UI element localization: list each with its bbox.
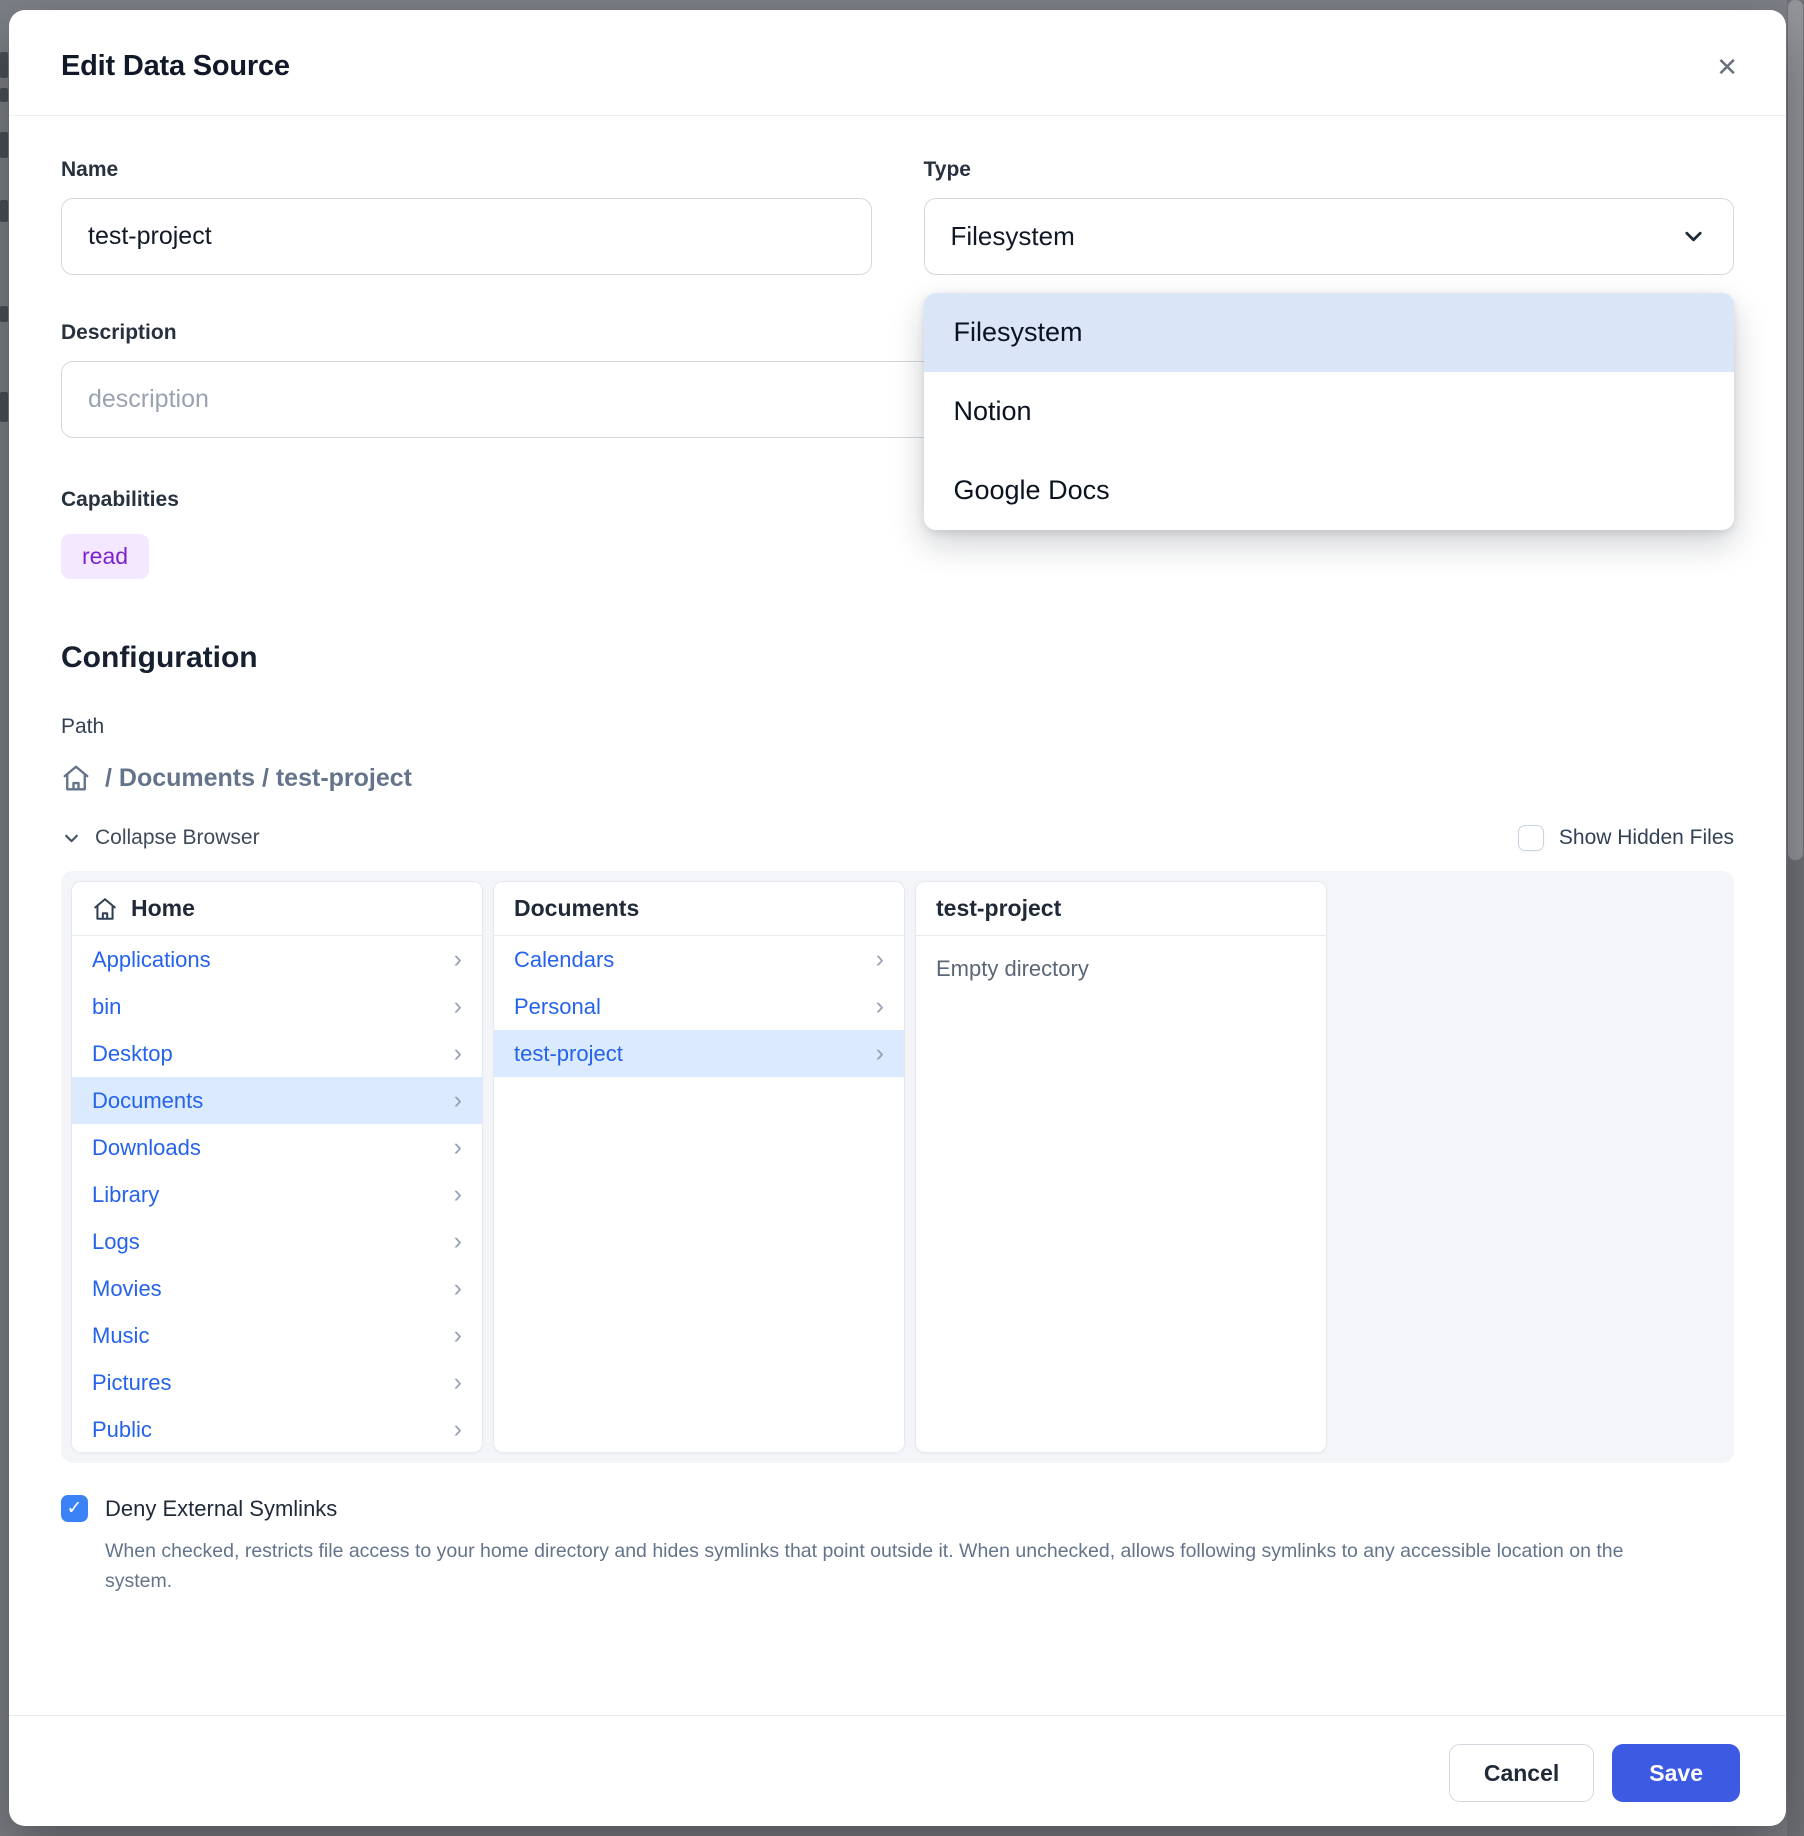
cancel-button[interactable]: Cancel: [1449, 1744, 1594, 1802]
chevron-right-icon: [454, 1370, 462, 1395]
type-option-filesystem[interactable]: Filesystem: [924, 293, 1735, 372]
chevron-right-icon: [454, 1041, 462, 1066]
type-option-notion[interactable]: Notion: [924, 372, 1735, 451]
deny-symlinks-checkbox[interactable]: [61, 1495, 88, 1522]
folder-row-calendars[interactable]: Calendars: [494, 936, 904, 983]
show-hidden-files-checkbox[interactable]: [1518, 825, 1544, 851]
chevron-right-icon: [454, 1229, 462, 1254]
backdrop-content-fragment: [0, 200, 8, 222]
home-icon: [92, 896, 118, 922]
column-list: Calendars Personal test-project: [494, 936, 904, 1077]
folder-row-applications[interactable]: Applications: [72, 936, 482, 983]
folder-row-logs[interactable]: Logs: [72, 1218, 482, 1265]
chevron-right-icon: [454, 1417, 462, 1442]
column-header-home: Home: [72, 882, 482, 936]
page-scrollbar[interactable]: [1787, 0, 1804, 1836]
backdrop-content-fragment: [0, 52, 8, 78]
backdrop-content-fragment: [0, 88, 8, 102]
file-browser: Home Applications bin Desktop Documents …: [61, 871, 1734, 1463]
save-button[interactable]: Save: [1612, 1744, 1740, 1802]
path-label: Path: [61, 715, 1734, 739]
column-list: Applications bin Desktop Documents Downl…: [72, 936, 482, 1453]
chevron-right-icon: [454, 1088, 462, 1113]
name-label: Name: [61, 158, 872, 182]
browser-toolbar: Collapse Browser Show Hidden Files: [61, 825, 1734, 851]
backdrop-content-fragment: [0, 132, 8, 158]
home-icon[interactable]: [61, 763, 91, 793]
capability-badge-read: read: [61, 534, 149, 579]
edit-data-source-dialog: Edit Data Source ✕ Name Type Filesystem …: [9, 10, 1786, 1826]
browser-column-home: Home Applications bin Desktop Documents …: [71, 881, 483, 1453]
browser-column-documents: Documents Calendars Personal test-projec…: [493, 881, 905, 1453]
type-dropdown-menu: Filesystem Notion Google Docs: [924, 293, 1735, 530]
column-header-test-project: test-project: [916, 882, 1326, 936]
dialog-footer: Cancel Save: [9, 1715, 1786, 1826]
folder-row-movies[interactable]: Movies: [72, 1265, 482, 1312]
collapse-browser-label: Collapse Browser: [95, 826, 260, 850]
chevron-right-icon: [454, 1323, 462, 1348]
chevron-right-icon: [876, 947, 884, 972]
chevron-down-icon: [61, 828, 82, 849]
collapse-browser-toggle[interactable]: Collapse Browser: [61, 826, 260, 850]
show-hidden-files-toggle[interactable]: Show Hidden Files: [1518, 825, 1734, 851]
folder-row-library[interactable]: Library: [72, 1171, 482, 1218]
folder-row-personal[interactable]: Personal: [494, 983, 904, 1030]
folder-row-downloads[interactable]: Downloads: [72, 1124, 482, 1171]
chevron-right-icon: [454, 1182, 462, 1207]
folder-row-music[interactable]: Music: [72, 1312, 482, 1359]
chevron-right-icon: [876, 1041, 884, 1066]
name-field-group: Name: [61, 158, 872, 275]
chevron-right-icon: [454, 1276, 462, 1301]
chevron-right-icon: [454, 1135, 462, 1160]
scrollbar-thumb[interactable]: [1788, 0, 1803, 860]
chevron-right-icon: [454, 994, 462, 1019]
chevron-right-icon: [454, 947, 462, 972]
backdrop-content-fragment: [0, 392, 8, 422]
column-header-label: test-project: [936, 895, 1061, 922]
chevron-right-icon: [876, 994, 884, 1019]
column-header-label: Documents: [514, 895, 639, 922]
breadcrumb-path: / Documents / test-project: [105, 764, 412, 793]
type-select[interactable]: Filesystem: [924, 198, 1735, 275]
column-header-documents: Documents: [494, 882, 904, 936]
breadcrumb: / Documents / test-project: [61, 763, 1734, 793]
column-header-label: Home: [131, 895, 195, 922]
configuration-heading: Configuration: [61, 641, 1734, 675]
show-hidden-files-label: Show Hidden Files: [1559, 826, 1734, 850]
type-field-group: Type Filesystem Filesystem Notion Google…: [924, 158, 1735, 275]
backdrop-content-fragment: [0, 306, 8, 322]
deny-symlinks-label: Deny External Symlinks: [105, 1496, 337, 1522]
folder-row-documents[interactable]: Documents: [72, 1077, 482, 1124]
deny-symlinks-toggle[interactable]: Deny External Symlinks: [61, 1495, 1734, 1522]
browser-column-test-project: test-project Empty directory: [915, 881, 1327, 1453]
close-icon[interactable]: ✕: [1716, 54, 1738, 80]
deny-symlinks-help-text: When checked, restricts file access to y…: [105, 1536, 1695, 1596]
type-label: Type: [924, 158, 1735, 182]
folder-row-public[interactable]: Public: [72, 1406, 482, 1453]
empty-directory-message: Empty directory: [916, 936, 1326, 1002]
name-input[interactable]: [61, 198, 872, 275]
folder-row-test-project[interactable]: test-project: [494, 1030, 904, 1077]
type-select-value: Filesystem: [951, 221, 1075, 252]
type-option-google-docs[interactable]: Google Docs: [924, 451, 1735, 530]
dialog-header: Edit Data Source ✕: [9, 10, 1786, 116]
folder-row-pictures[interactable]: Pictures: [72, 1359, 482, 1406]
chevron-down-icon: [1680, 223, 1707, 250]
folder-row-bin[interactable]: bin: [72, 983, 482, 1030]
dialog-title: Edit Data Source: [61, 50, 1734, 83]
folder-row-desktop[interactable]: Desktop: [72, 1030, 482, 1077]
dialog-body: Name Type Filesystem Filesystem Notion G…: [9, 116, 1786, 1715]
